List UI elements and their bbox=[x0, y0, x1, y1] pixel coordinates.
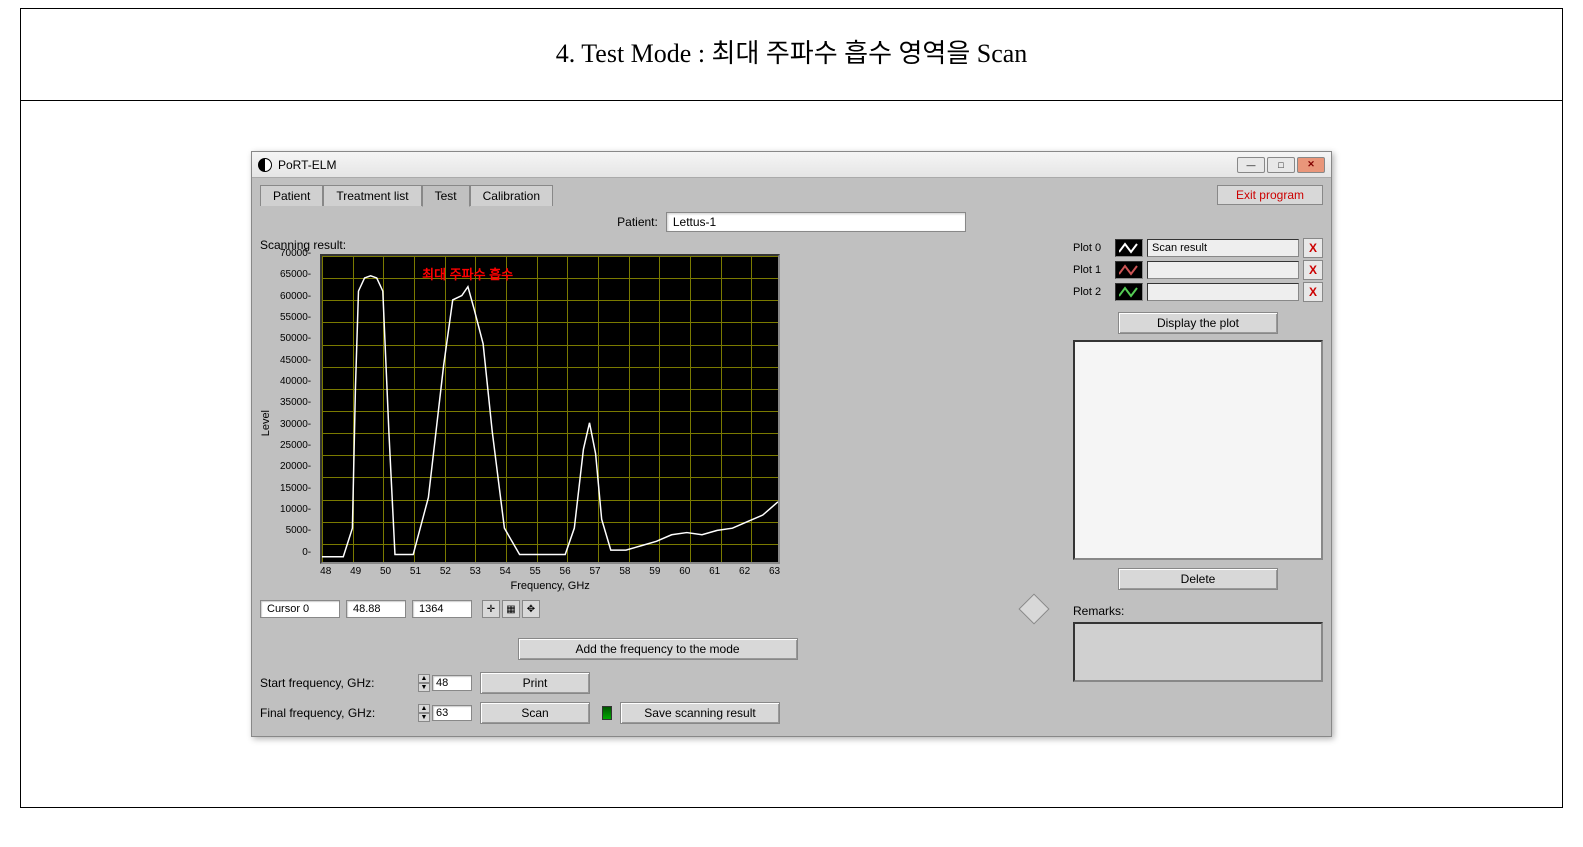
cursor-y-field[interactable]: 1364 bbox=[412, 600, 472, 618]
final-frequency-label: Final frequency, GHz: bbox=[260, 706, 410, 720]
cursor-x-field[interactable]: 48.88 bbox=[346, 600, 406, 618]
final-frequency-input[interactable] bbox=[432, 705, 472, 721]
plot-line-icon[interactable] bbox=[1115, 239, 1143, 257]
x-axis-ticks: 48495051525354555657585960616263 bbox=[320, 566, 780, 577]
plot-legend: Plot 0 X Plot 1 X Plot 2 X bbox=[1073, 238, 1323, 302]
chart-plot[interactable]: 최대 주파수 흡수 bbox=[320, 254, 780, 564]
remarks-field[interactable] bbox=[1073, 622, 1323, 682]
tab-calibration[interactable]: Calibration bbox=[470, 185, 553, 206]
y-axis-ticks: 70000-65000-60000-55000-50000-45000-4000… bbox=[280, 248, 314, 558]
display-plot-button[interactable]: Display the plot bbox=[1118, 312, 1278, 334]
remarks-label: Remarks: bbox=[1073, 604, 1323, 618]
tab-patient[interactable]: Patient bbox=[260, 185, 323, 206]
start-frequency-stepper[interactable]: ▲▼ bbox=[418, 674, 472, 692]
start-frequency-input[interactable] bbox=[432, 675, 472, 691]
tab-treatment-list[interactable]: Treatment list bbox=[323, 185, 421, 206]
plot-label: Plot 0 bbox=[1073, 242, 1111, 254]
app-window: PoRT-ELM — □ ✕ Patient Treatment list Te… bbox=[251, 151, 1332, 737]
zoom-tool-icon[interactable]: ▦ bbox=[502, 600, 520, 618]
maximize-button[interactable]: □ bbox=[1267, 157, 1295, 173]
graph-palette-icon[interactable] bbox=[1018, 593, 1049, 624]
plot-line-icon[interactable] bbox=[1115, 261, 1143, 279]
chevron-up-icon[interactable]: ▲ bbox=[418, 674, 430, 683]
start-frequency-label: Start frequency, GHz: bbox=[260, 676, 410, 690]
y-axis-label: Level bbox=[260, 410, 272, 436]
plot-name-field[interactable] bbox=[1147, 239, 1299, 257]
app-icon bbox=[258, 158, 272, 172]
chevron-down-icon[interactable]: ▼ bbox=[418, 683, 430, 692]
chevron-down-icon[interactable]: ▼ bbox=[418, 713, 430, 722]
plot-label: Plot 2 bbox=[1073, 286, 1111, 298]
plot-line-icon[interactable] bbox=[1115, 283, 1143, 301]
minimize-button[interactable]: — bbox=[1237, 157, 1265, 173]
plot-listbox[interactable] bbox=[1073, 340, 1323, 560]
window-title: PoRT-ELM bbox=[278, 158, 336, 172]
scan-button[interactable]: Scan bbox=[480, 702, 590, 724]
delete-button[interactable]: Delete bbox=[1118, 568, 1278, 590]
save-scanning-result-button[interactable]: Save scanning result bbox=[620, 702, 780, 724]
exit-program-button[interactable]: Exit program bbox=[1217, 185, 1323, 205]
remove-plot-button[interactable]: X bbox=[1303, 238, 1323, 258]
patient-label: Patient: bbox=[617, 215, 658, 229]
page-title: 4. Test Mode : 최대 주파수 흡수 영역을 Scan bbox=[21, 9, 1562, 101]
scan-led-icon bbox=[602, 706, 612, 720]
add-frequency-button[interactable]: Add the frequency to the mode bbox=[518, 638, 798, 660]
plot-name-field[interactable] bbox=[1147, 261, 1299, 279]
cursor-tool-icon[interactable]: ✛ bbox=[482, 600, 500, 618]
patient-field[interactable] bbox=[666, 212, 966, 232]
x-axis-label: Frequency, GHz bbox=[320, 580, 780, 592]
final-frequency-stepper[interactable]: ▲▼ bbox=[418, 704, 472, 722]
remove-plot-button[interactable]: X bbox=[1303, 260, 1323, 280]
pan-tool-icon[interactable]: ✥ bbox=[522, 600, 540, 618]
remove-plot-button[interactable]: X bbox=[1303, 282, 1323, 302]
print-button[interactable]: Print bbox=[480, 672, 590, 694]
scanning-result-label: Scanning result: bbox=[260, 238, 1055, 252]
chevron-up-icon[interactable]: ▲ bbox=[418, 704, 430, 713]
cursor-name-field[interactable]: Cursor 0 bbox=[260, 600, 340, 618]
window-titlebar[interactable]: PoRT-ELM — □ ✕ bbox=[252, 152, 1331, 178]
plot-name-field[interactable] bbox=[1147, 283, 1299, 301]
close-window-button[interactable]: ✕ bbox=[1297, 157, 1325, 173]
plot-label: Plot 1 bbox=[1073, 264, 1111, 276]
tab-test[interactable]: Test bbox=[422, 185, 470, 207]
